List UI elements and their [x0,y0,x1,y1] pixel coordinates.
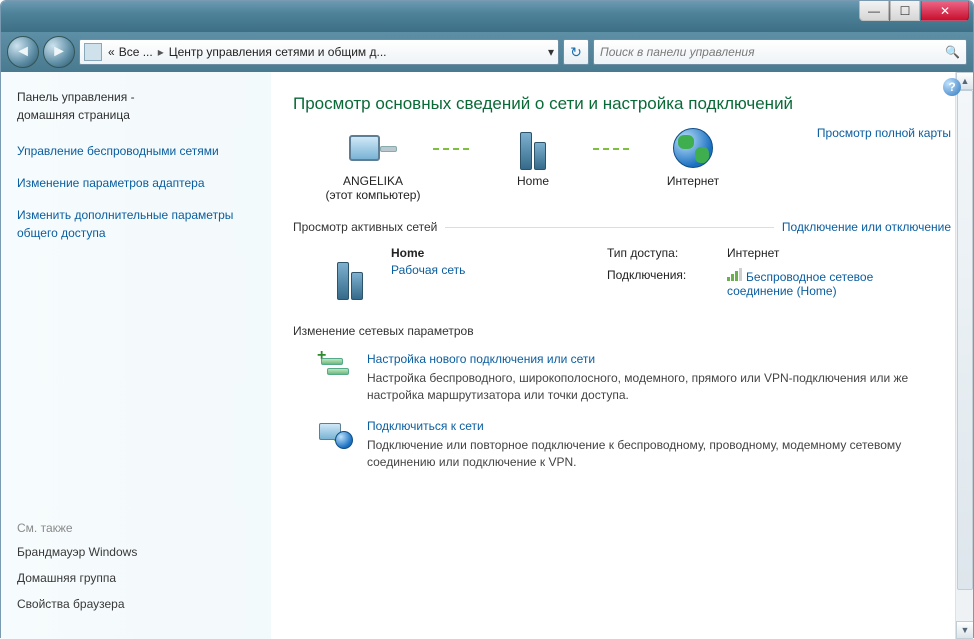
sidebar-sharing-link[interactable]: Изменить дополнительные параметры общего… [17,206,255,242]
connect-network-link[interactable]: Подключиться к сети [367,419,951,433]
change-settings-label: Изменение сетевых параметров [293,324,951,338]
access-type-value: Интернет [727,246,877,262]
connections-key: Подключения: [607,268,717,300]
see-also-label: См. также [17,521,255,535]
chevron-right-icon: ▸ [158,45,164,59]
connect-network-icon: → [319,419,353,449]
refresh-button[interactable]: ↻ [563,39,589,65]
setup-connection-link[interactable]: Настройка нового подключения или сети [367,352,951,366]
connection-line-1 [433,148,473,150]
full-map-link[interactable]: Просмотр полной карты [817,126,951,140]
back-button[interactable]: ◄ [7,36,39,68]
forward-button[interactable]: ► [43,36,75,68]
network-name: Home [391,246,465,260]
breadcrumb[interactable]: « Все ... ▸ Центр управления сетями и об… [79,39,559,65]
seealso-firewall[interactable]: Брандмауэр Windows [17,545,255,559]
access-type-key: Тип доступа: [607,246,717,262]
breadcrumb-pre: « [108,45,115,59]
connect-disconnect-link[interactable]: Подключение или отключение [782,220,951,234]
seealso-homegroup[interactable]: Домашняя группа [17,571,255,585]
cp-home-line1[interactable]: Панель управления - [17,88,255,106]
active-networks-label: Просмотр активных сетей [293,220,437,234]
computer-icon [349,126,397,170]
internet-icon [669,126,717,170]
node-computer-label: ANGELIKA [343,174,403,188]
sidebar-adapter-link[interactable]: Изменение параметров адаптера [17,174,255,192]
control-panel-icon [84,43,102,61]
scroll-thumb[interactable] [957,90,973,590]
connection-link[interactable]: Беспроводное сетевое соединение (Home) [727,268,877,300]
seealso-browser[interactable]: Свойства браузера [17,597,255,611]
setup-connection-desc: Настройка беспроводного, широкополосного… [367,370,951,405]
help-icon[interactable]: ? [943,78,961,96]
search-input[interactable]: Поиск в панели управления 🔍 [593,39,967,65]
breadcrumb-dropdown[interactable]: ▾ [548,45,554,59]
sidebar-wireless-link[interactable]: Управление беспроводными сетями [17,142,255,160]
page-title: Просмотр основных сведений о сети и наст… [293,94,951,114]
connect-network-desc: Подключение или повторное подключение к … [367,437,951,472]
breadcrumb-seg2[interactable]: Центр управления сетями и общим д... [169,45,387,59]
close-button[interactable]: ✕ [921,1,969,21]
search-placeholder: Поиск в панели управления [600,45,755,59]
node-internet-label: Интернет [667,174,719,188]
scrollbar[interactable]: ▲ ▼ [955,72,973,639]
network-type-link[interactable]: Рабочая сеть [391,263,465,277]
minimize-button[interactable]: — [859,1,889,21]
network-icon [509,126,557,170]
scroll-down-button[interactable]: ▼ [956,621,973,639]
maximize-button[interactable]: ☐ [890,1,920,21]
home-network-icon [323,246,377,300]
cp-home-line2[interactable]: домашняя страница [17,106,255,124]
connection-line-2 [593,148,633,150]
signal-icon [727,268,742,281]
breadcrumb-seg1[interactable]: Все ... [119,45,153,59]
node-network-label: Home [517,174,549,188]
search-icon[interactable]: 🔍 [945,45,960,59]
new-connection-icon: + [319,352,353,382]
node-computer-sub: (этот компьютер) [326,188,421,202]
